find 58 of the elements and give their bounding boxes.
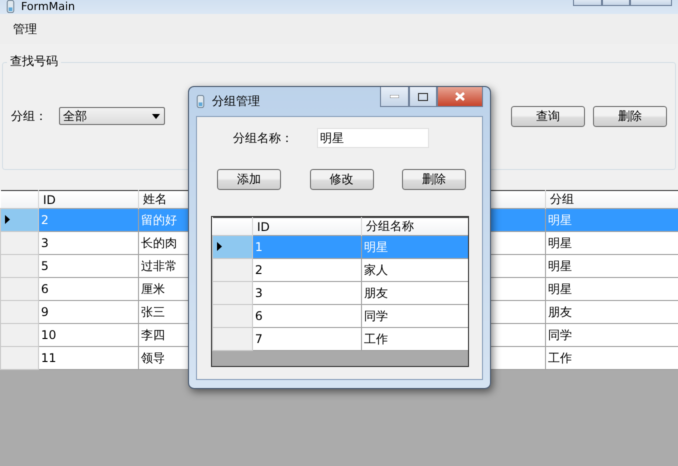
column-header[interactable]: 分组	[546, 190, 678, 208]
table-cell: 9	[38, 300, 138, 324]
menu-item[interactable]: 管理	[5, 20, 45, 38]
table-cell: 3	[38, 232, 138, 254]
table-cell: 家人	[362, 258, 468, 282]
current-row-icon	[217, 242, 222, 251]
table-cell: 2	[252, 258, 362, 282]
group-label: 分组：	[11, 108, 47, 124]
minimize-icon	[390, 95, 399, 98]
delete-button[interactable]: 删除	[402, 169, 466, 190]
table-cell: 明星	[546, 254, 678, 278]
table-cell: 工作	[362, 328, 468, 350]
row-header-corner	[0, 190, 38, 208]
close-button[interactable]	[630, 0, 672, 6]
close-icon	[455, 92, 465, 101]
row-header-corner	[212, 218, 252, 236]
table-cell: 5	[38, 254, 138, 278]
dropdown-caret-icon	[152, 114, 160, 118]
table-cell: 1	[252, 236, 362, 258]
dialog-title: 分组管理	[212, 93, 260, 110]
column-header[interactable]: ID	[38, 190, 138, 208]
group-dropdown[interactable]: 全部	[59, 107, 165, 125]
column-header[interactable]: 分组名称	[362, 218, 468, 236]
row-header[interactable]	[0, 208, 38, 232]
table-cell: 明星	[546, 278, 678, 300]
group-name-field[interactable]: 明星	[317, 128, 429, 148]
current-row-icon	[5, 215, 10, 224]
app-icon	[196, 95, 205, 108]
table-cell: 同学	[546, 324, 678, 346]
table-cell: 10	[38, 324, 138, 346]
maximize-button[interactable]	[409, 87, 437, 107]
table-cell: 朋友	[362, 282, 468, 304]
column-header[interactable]: ID	[252, 218, 362, 236]
delete-button[interactable]: 删除	[593, 106, 667, 126]
table-cell: 3	[252, 282, 362, 304]
close-button[interactable]	[437, 87, 483, 107]
table-cell: 7	[252, 328, 362, 350]
table-cell: 同学	[362, 304, 468, 328]
group-title: 查找号码	[7, 53, 61, 70]
table-cell: 6	[252, 304, 362, 328]
table-cell: 朋友	[546, 300, 678, 324]
group-name-label: 分组名称：	[233, 130, 293, 146]
table-cell: 明星	[546, 232, 678, 254]
edit-button[interactable]: 修改	[310, 169, 374, 190]
table-cell: 6	[38, 278, 138, 300]
window-title: FormMain	[21, 0, 75, 12]
table-cell: 工作	[546, 346, 678, 370]
table-cell: 11	[38, 346, 138, 370]
maximize-icon	[418, 92, 428, 100]
table-cell: 2	[38, 208, 138, 232]
table-cell: 明星	[546, 208, 678, 232]
minimize-button[interactable]	[380, 87, 409, 107]
app-icon	[6, 0, 15, 12]
row-header[interactable]	[212, 236, 252, 258]
minimize-button[interactable]	[573, 0, 602, 6]
add-button[interactable]: 添加	[217, 169, 281, 190]
table-cell: 明星	[362, 236, 468, 258]
search-button[interactable]: 查询	[511, 106, 585, 126]
